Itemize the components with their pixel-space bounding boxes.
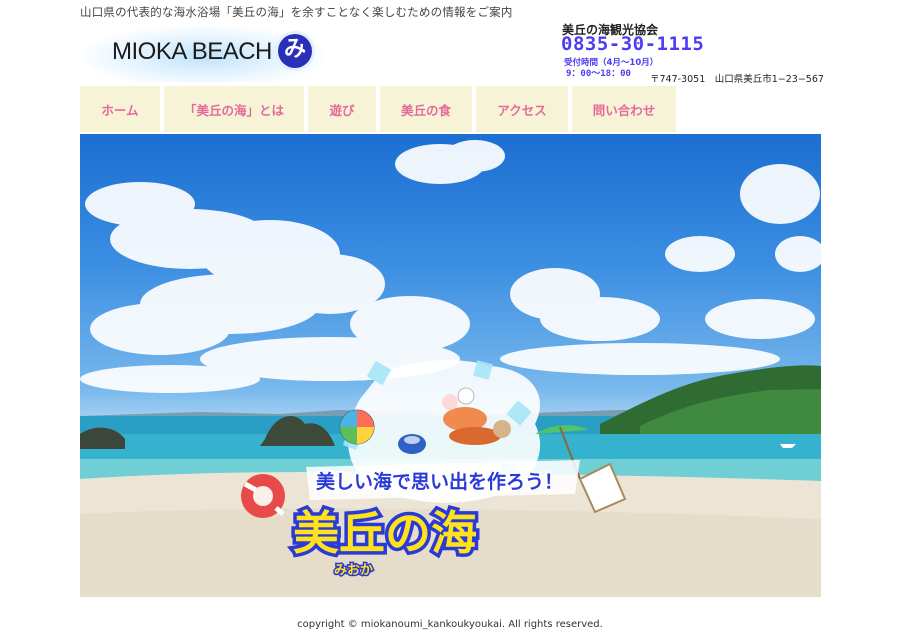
site-tagline: 山口県の代表的な海水浴場「美丘の海」を余すことなく楽しむための情報をご案内 — [80, 5, 513, 19]
logo-text: MIOKA BEACH — [112, 38, 272, 65]
nav-item-food[interactable]: 美丘の食 — [380, 86, 472, 132]
logo-badge: み — [278, 34, 312, 68]
address: 〒747-3051 山口県美丘市1−23−567 — [650, 74, 824, 85]
nav-item-contact[interactable]: 問い合わせ — [572, 86, 676, 132]
hours-time: 9：00〜18：00 — [566, 69, 631, 79]
hero-title-reading: みおか — [334, 563, 373, 578]
nav-item-access[interactable]: アクセス — [476, 86, 568, 132]
main-nav: ホーム 「美丘の海」とは 遊び 美丘の食 アクセス 問い合わせ — [80, 86, 676, 132]
footer-copyright: copyright © miokanoumi_kankoukyoukai. Al… — [297, 619, 603, 630]
hero-title: 美丘の海 — [293, 506, 477, 560]
clouds — [80, 140, 821, 393]
site-logo[interactable]: MIOKA BEACH み — [84, 26, 324, 82]
nav-item-home[interactable]: ホーム — [80, 86, 160, 132]
nav-item-play[interactable]: 遊び — [308, 86, 376, 132]
hero-banner: 美しい海で思い出を作ろう！ 美丘の海 みおか — [80, 134, 821, 597]
hero-catch-copy: 美しい海で思い出を作ろう！ — [316, 470, 563, 493]
phone-number[interactable]: 0835-30-1115 — [561, 33, 704, 55]
nav-item-about[interactable]: 「美丘の海」とは — [164, 86, 304, 132]
hero-illustration: 美しい海で思い出を作ろう！ 美丘の海 みおか — [80, 140, 821, 597]
